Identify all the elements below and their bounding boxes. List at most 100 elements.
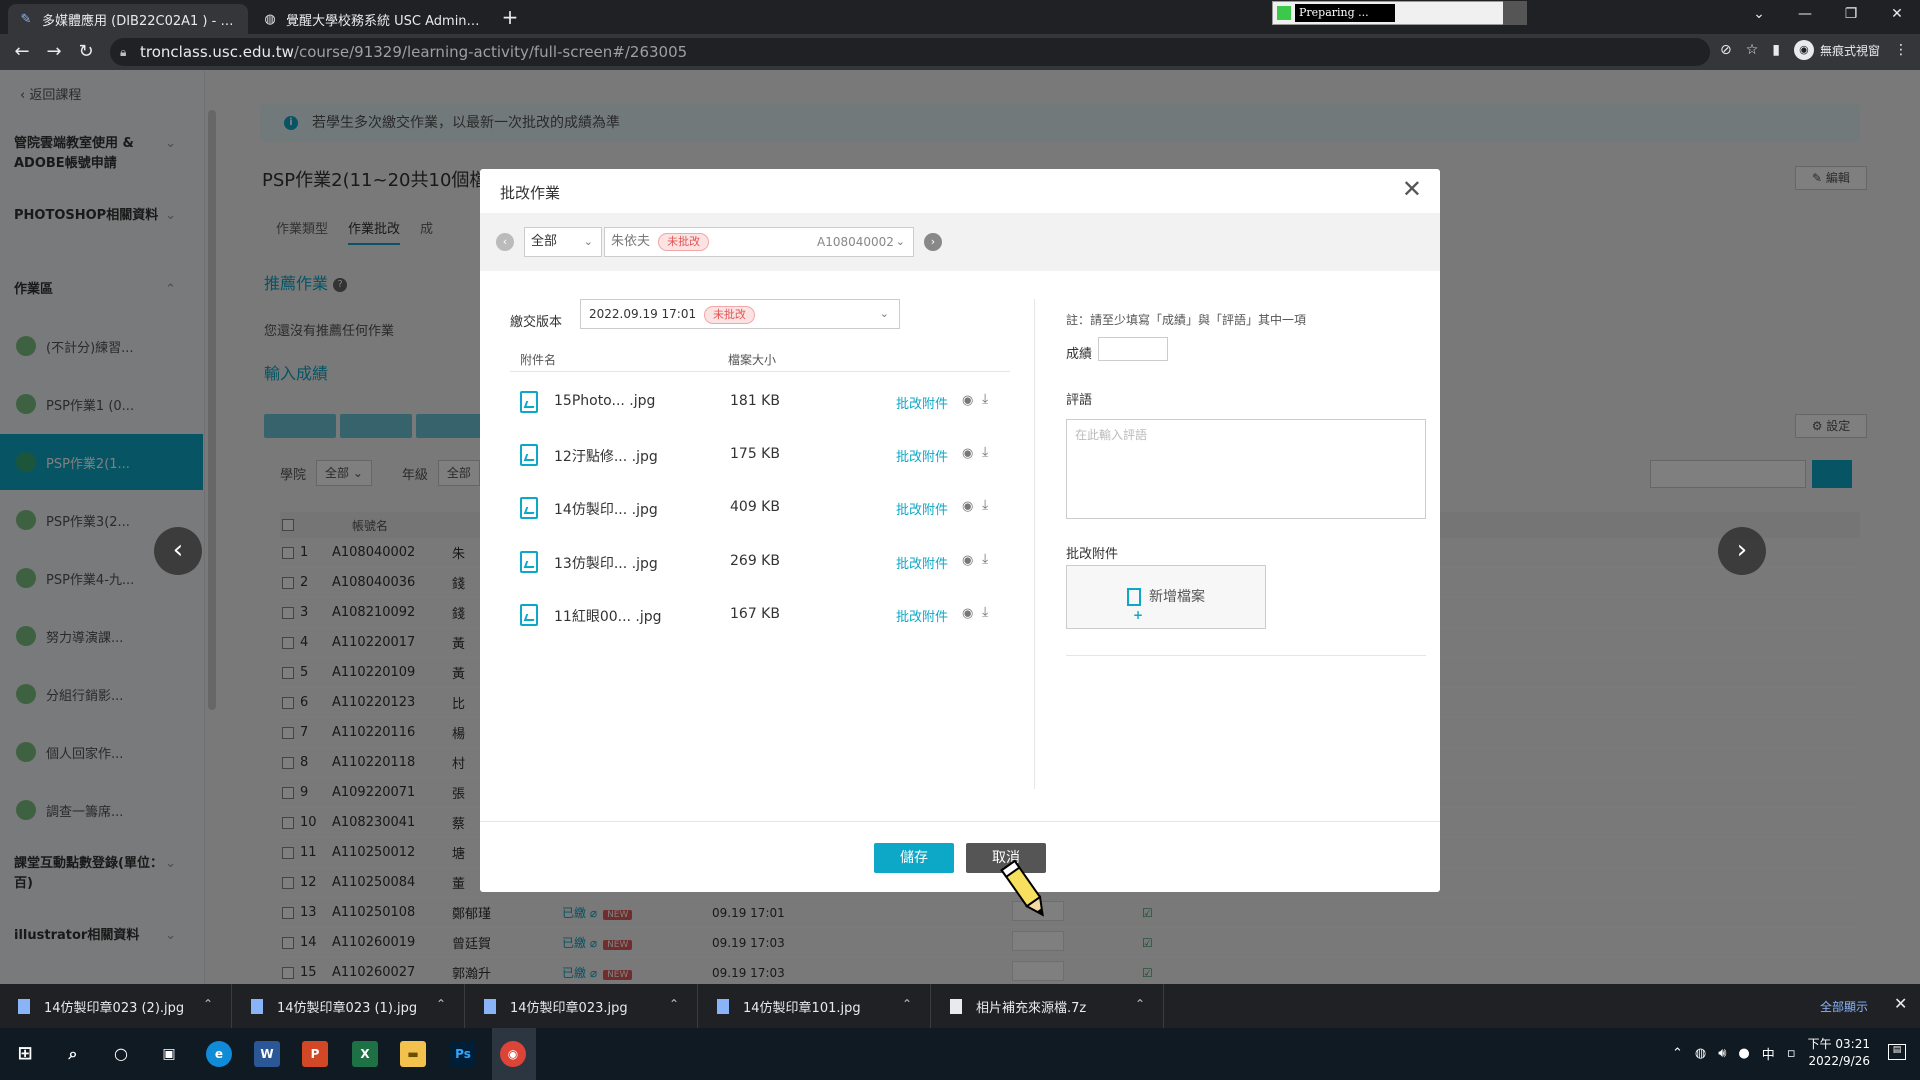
- grade-attachment-link[interactable]: 批改附件: [896, 446, 948, 465]
- download-icon[interactable]: ⤓: [982, 551, 988, 567]
- version-ungraded-tag: 未批改: [703, 305, 755, 324]
- grade-attachment-link[interactable]: 批改附件: [896, 499, 948, 518]
- preview-eye-icon[interactable]: ◉: [962, 393, 973, 408]
- download-icon[interactable]: ⤓: [982, 497, 988, 513]
- new-tab-button[interactable]: +: [498, 6, 522, 30]
- word-icon[interactable]: W: [254, 1041, 280, 1067]
- back-arrow-icon[interactable]: ←: [10, 40, 34, 64]
- close-downloads-icon[interactable]: ✕: [1894, 994, 1907, 1013]
- browser-tab-course[interactable]: ✎ 多媒體應用 (DIB22C02A1 ) - 覺 ×: [8, 4, 248, 34]
- save-button[interactable]: 儲存: [874, 843, 954, 873]
- sidepanel-icon[interactable]: ▮: [1772, 42, 1780, 58]
- modal-title: 批改作業: [500, 184, 561, 202]
- file-explorer-icon[interactable]: ▬: [400, 1041, 426, 1067]
- comment-textarea[interactable]: 在此輸入評語: [1066, 419, 1426, 519]
- download-icon[interactable]: ⤓: [982, 444, 988, 460]
- chevron-up-icon[interactable]: ⌃: [669, 997, 679, 1011]
- chevron-down-icon: ⌄: [895, 235, 905, 248]
- attachment-size: 167 KB: [730, 606, 780, 622]
- volume-icon[interactable]: 🔊︎: [1718, 1046, 1726, 1061]
- clock[interactable]: 下午 03:21 2022/9/26: [1808, 1036, 1870, 1070]
- menu-kebab-icon[interactable]: ⋮: [1894, 42, 1908, 58]
- globe-icon: ◍: [264, 11, 276, 27]
- excel-icon[interactable]: X: [352, 1041, 378, 1067]
- grading-note: 註：請至少填寫「成績」與「評語」其中一項: [1066, 313, 1307, 327]
- search-icon[interactable]: ⌕: [60, 1041, 86, 1067]
- address-bar-actions: ⊘ ☆ ▮ ◉ 無痕式視窗 ⋮: [1720, 40, 1908, 60]
- downloads-bar: 14仿製印章023 (2).jpg ⌃ 14仿製印章023 (1).jpg ⌃ 14…: [0, 984, 1920, 1028]
- preview-eye-icon[interactable]: ◉: [962, 446, 973, 461]
- chrome-icon[interactable]: ◉: [500, 1041, 526, 1067]
- student-select[interactable]: 朱依夫 未批改 A108040002 ⌄: [604, 227, 914, 257]
- restore-button[interactable]: ❐: [1828, 0, 1874, 30]
- notification-icon[interactable]: ▤: [1888, 1044, 1906, 1060]
- tab-search-icon[interactable]: ⌄: [1736, 0, 1782, 30]
- file-icon: [18, 998, 30, 1014]
- preview-eye-icon[interactable]: ◉: [962, 499, 973, 514]
- network-globe-icon[interactable]: ◍: [1695, 1046, 1706, 1061]
- preview-eye-icon[interactable]: ◉: [962, 553, 973, 568]
- chevron-up-icon[interactable]: ⌃: [902, 997, 912, 1011]
- forward-arrow-icon[interactable]: →: [42, 40, 66, 64]
- version-label: 繳交版本: [510, 315, 563, 330]
- tray-chevron-up-icon[interactable]: ⌃: [1672, 1046, 1683, 1061]
- url-field[interactable]: 🔒︎ tronclass.usc.edu.tw/course/91329/lea…: [110, 38, 1710, 66]
- reload-icon[interactable]: ↻: [74, 40, 98, 64]
- address-bar: ← → ↻ 🔒︎ tronclass.usc.edu.tw/course/913…: [0, 34, 1920, 70]
- download-item[interactable]: 相片補充來源檔.7z ⌃: [932, 984, 1164, 1028]
- chevron-up-icon[interactable]: ⌃: [436, 997, 446, 1011]
- grade-attachment-link[interactable]: 批改附件: [896, 553, 948, 572]
- cortana-icon[interactable]: ○: [108, 1041, 134, 1067]
- version-select[interactable]: 2022.09.19 17:01 未批改 ⌄: [580, 299, 900, 329]
- window-close-button[interactable]: ✕: [1874, 0, 1920, 30]
- grade-attachment-link[interactable]: 批改附件: [896, 393, 948, 412]
- edge-icon[interactable]: e: [206, 1041, 232, 1067]
- minimize-button[interactable]: —: [1782, 0, 1828, 30]
- comment-label: 評語: [1066, 393, 1093, 408]
- download-item[interactable]: 14仿製印章023 (2).jpg ⌃: [0, 984, 232, 1028]
- chevron-up-icon[interactable]: ⌃: [1135, 997, 1145, 1011]
- attachment-row: 11紅眼00... .jpg 167 KB 批改附件 ◉ ⤓: [510, 604, 1010, 634]
- chevron-down-icon: ⌄: [583, 235, 593, 248]
- browser-tab-admin[interactable]: ◍ 覺醒大學校務系統 USC Adminis ×: [252, 4, 492, 34]
- file-icon: [484, 998, 496, 1014]
- image-file-icon: [520, 391, 538, 413]
- next-student-icon[interactable]: ›: [924, 233, 942, 251]
- microphone-icon[interactable]: ●: [1738, 1046, 1749, 1061]
- prev-student-arrow[interactable]: ‹: [154, 527, 202, 575]
- close-icon[interactable]: ✕: [1402, 177, 1422, 201]
- add-file-button[interactable]: 新增檔案: [1066, 565, 1266, 646]
- attachment-name[interactable]: 14仿製印... .jpg: [554, 499, 658, 519]
- star-icon[interactable]: ☆: [1746, 42, 1759, 58]
- show-all-downloads-link[interactable]: 全部顯示: [1820, 998, 1868, 1015]
- status-filter-select[interactable]: 全部 ⌄: [524, 227, 602, 257]
- chevron-up-icon[interactable]: ⌃: [203, 997, 213, 1011]
- ime-mode-icon[interactable]: ▫: [1787, 1046, 1796, 1061]
- grade-attachment-link[interactable]: 批改附件: [896, 606, 948, 625]
- eye-off-icon[interactable]: ⊘: [1720, 42, 1732, 58]
- download-item[interactable]: 14仿製印章101.jpg ⌃: [699, 984, 931, 1028]
- preview-eye-icon[interactable]: ◉: [962, 606, 973, 621]
- photoshop-icon[interactable]: Ps: [450, 1041, 476, 1067]
- attachment-name[interactable]: 11紅眼00... .jpg: [554, 606, 662, 626]
- powerpoint-icon[interactable]: P: [302, 1041, 328, 1067]
- download-icon[interactable]: ⤓: [982, 604, 988, 620]
- task-view-icon[interactable]: ▣: [156, 1041, 182, 1067]
- student-name: 朱依夫: [611, 234, 651, 249]
- ime-indicator[interactable]: 中: [1762, 1044, 1775, 1063]
- image-file-icon: [520, 497, 538, 519]
- windows-start-icon[interactable]: ⊞: [12, 1041, 38, 1067]
- download-item[interactable]: 14仿製印章023 (1).jpg ⌃: [233, 984, 465, 1028]
- incognito-profile[interactable]: ◉ 無痕式視窗: [1793, 40, 1880, 60]
- archive-file-icon: [950, 998, 962, 1014]
- download-item[interactable]: 14仿製印章023.jpg ⌃: [466, 984, 698, 1028]
- attachment-size: 181 KB: [730, 393, 780, 409]
- windows-taskbar: ⊞ ⌕ ○ ▣ e W P X ▬ Ps ◉ ⌃ ◍ 🔊︎ ● 中 ▫ 下午 0…: [0, 1028, 1920, 1080]
- score-input[interactable]: [1098, 337, 1168, 361]
- next-student-arrow[interactable]: ›: [1718, 527, 1766, 575]
- attachment-name[interactable]: 15Photo... .jpg: [554, 393, 655, 409]
- prev-student-icon[interactable]: ‹: [496, 233, 514, 251]
- attachment-name[interactable]: 13仿製印... .jpg: [554, 553, 658, 573]
- attachment-name[interactable]: 12汙點修... .jpg: [554, 446, 658, 466]
- download-icon[interactable]: ⤓: [982, 391, 988, 407]
